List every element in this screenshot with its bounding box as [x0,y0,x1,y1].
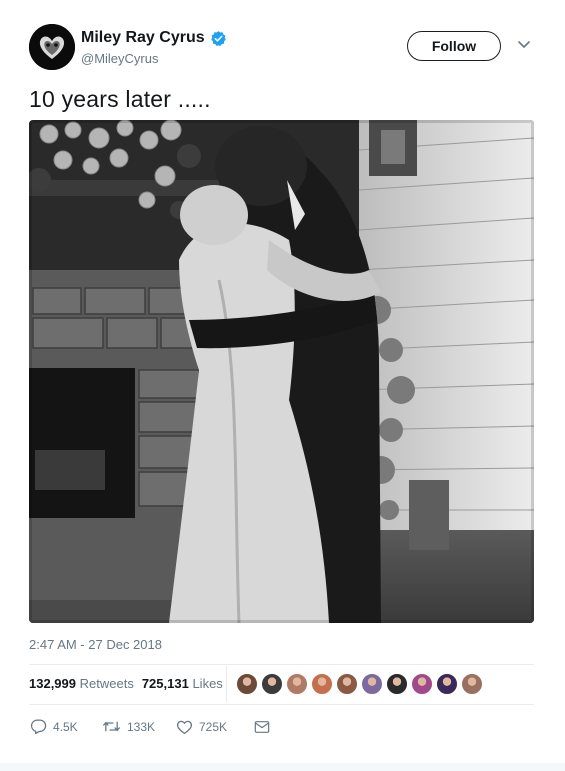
direct-message-action[interactable] [254,720,270,734]
retweet-icon [103,721,120,732]
liker-avatar[interactable] [361,673,383,695]
chevron-down-icon[interactable] [517,40,531,50]
liker-avatar[interactable] [236,673,258,695]
wedding-photo-image [29,120,534,623]
retweet-action[interactable]: 133K [102,718,176,735]
stats-separator [226,666,227,702]
like-count: 725K [199,719,228,734]
liker-avatar[interactable] [286,673,308,695]
liker-avatar[interactable] [311,673,333,695]
retweets-label: Retweets [79,676,134,691]
tweet-text: 10 years later ..... [29,86,211,112]
likes-count: 725,131 [141,676,189,691]
retweet-count: 133K [127,719,156,734]
liker-avatar[interactable] [436,673,458,695]
tweet-photo[interactable] [29,120,534,623]
liker-avatar[interactable] [411,673,433,695]
retweets-count: 132,999 [29,676,76,691]
tweet-timestamp[interactable]: 2:47 AM - 27 Dec 2018 [29,637,162,652]
divider-top [29,664,534,665]
liker-avatars[interactable] [236,673,483,695]
avatar[interactable] [29,24,75,70]
reply-count: 4.5K [53,719,78,734]
display-name[interactable]: Miley Ray Cyrus [81,29,205,47]
liker-avatar[interactable] [386,673,408,695]
heart-skull-avatar-icon [29,24,75,70]
tweet-stats: 132,999 Retweets 725,131 Likes [29,676,231,691]
like-action[interactable]: 725K [176,719,254,735]
envelope-icon [254,720,270,733]
user-handle[interactable]: @MileyCyrus [81,51,158,66]
bottom-band [0,763,565,771]
reply-action[interactable]: 4.5K [30,718,102,735]
likes-label: Likes [192,676,223,691]
liker-avatar[interactable] [336,673,358,695]
author-name-row[interactable]: Miley Ray Cyrus [81,29,227,47]
liker-avatar[interactable] [261,673,283,695]
divider-bottom [29,704,534,705]
reply-icon [30,719,47,735]
retweets-stat[interactable]: 132,999 Retweets [29,676,134,691]
heart-icon [176,720,193,734]
follow-button[interactable]: Follow [407,31,501,61]
action-bar: 4.5K 133K 725K [30,718,270,735]
verified-badge-icon [210,30,226,46]
likes-stat[interactable]: 725,131 Likes [142,676,223,691]
liker-avatar[interactable] [461,673,483,695]
